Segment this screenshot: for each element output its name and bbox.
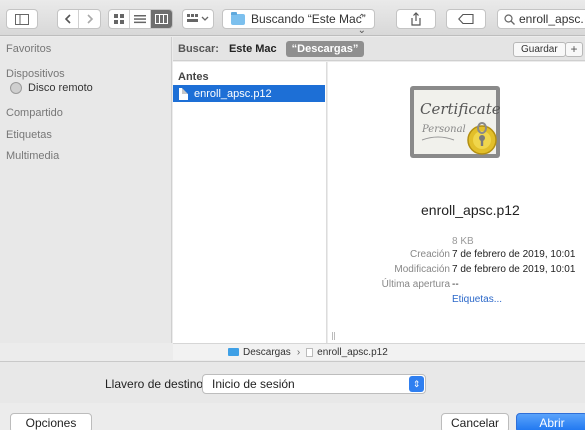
sidebar-section-devices: Dispositivos bbox=[6, 68, 65, 80]
resize-handle-icon[interactable] bbox=[332, 332, 335, 340]
scope-label: Buscar: bbox=[178, 42, 219, 55]
sidebar-section-media: Multimedia bbox=[6, 150, 60, 162]
chevron-updown-icon: ⇕ bbox=[409, 376, 424, 392]
column-view-button[interactable] bbox=[151, 10, 172, 28]
scope-downloads[interactable]: “Descargas” bbox=[285, 40, 365, 57]
scope-this-mac[interactable]: Este Mac bbox=[229, 43, 277, 55]
folder-icon bbox=[228, 348, 239, 356]
toolbar: Buscando “Este Mac” ⌃⌄ enroll_apsc. ✕ bbox=[0, 0, 585, 36]
grid-icon bbox=[114, 14, 124, 24]
share-icon bbox=[411, 12, 421, 26]
keychain-value: Inicio de sesión bbox=[212, 377, 295, 391]
chevron-left-icon bbox=[64, 14, 71, 24]
columns-icon bbox=[155, 14, 168, 24]
sidebar: Favoritos Dispositivos Disco remoto Comp… bbox=[0, 37, 172, 343]
forward-button[interactable] bbox=[79, 10, 100, 28]
navigation-buttons bbox=[57, 9, 101, 29]
disc-icon bbox=[10, 82, 22, 94]
tags-link[interactable]: Etiquetas... bbox=[452, 294, 502, 305]
chevron-right-icon bbox=[86, 14, 93, 24]
meta-modified-value: 7 de febrero de 2019, 10:01 bbox=[452, 264, 576, 275]
options-button[interactable]: Opciones bbox=[10, 413, 92, 430]
preview-pane: Certificate Personal enroll_apsc.p12 8 K… bbox=[328, 62, 585, 343]
file-name: enroll_apsc.p12 bbox=[194, 87, 272, 100]
sidebar-section-shared: Compartido bbox=[6, 107, 63, 119]
keychain-bar: Llavero de destino: Inicio de sesión ⇕ bbox=[0, 361, 585, 403]
column-header: Antes bbox=[178, 71, 209, 83]
add-criteria-button[interactable]: + bbox=[565, 42, 583, 57]
sidebar-item-remote-disc[interactable]: Disco remoto bbox=[10, 82, 93, 94]
keychain-label: Llavero de destino: bbox=[105, 377, 207, 391]
keychain-popup[interactable]: Inicio de sesión ⇕ bbox=[202, 374, 426, 394]
meta-last-opened-value: -- bbox=[452, 279, 459, 290]
meta-last-opened-label: Última apertura bbox=[381, 279, 450, 290]
path-separator: › bbox=[296, 346, 301, 358]
path-folder[interactable]: Descargas bbox=[243, 347, 291, 358]
save-search-button[interactable]: Guardar bbox=[513, 42, 566, 57]
sidebar-toggle-button[interactable] bbox=[6, 9, 38, 29]
chevron-updown-icon: ⌃ ⌄ bbox=[357, 13, 366, 36]
tag-button[interactable] bbox=[446, 9, 486, 29]
search-scope-bar: Buscar: Este Mac “Descargas” Guardar + bbox=[173, 37, 585, 61]
preview-file-size: 8 KB bbox=[452, 236, 474, 247]
file-row[interactable]: enroll_apsc.p12 bbox=[173, 85, 325, 102]
meta-created-value: 7 de febrero de 2019, 10:01 bbox=[452, 249, 576, 260]
search-field[interactable]: enroll_apsc. ✕ bbox=[497, 9, 585, 29]
group-by-button[interactable] bbox=[182, 9, 214, 29]
search-input[interactable]: enroll_apsc. bbox=[519, 12, 584, 26]
sidebar-item-label: Disco remoto bbox=[28, 82, 93, 94]
location-popup[interactable]: Buscando “Este Mac” ⌃ ⌄ bbox=[222, 9, 375, 36]
file-column: Antes enroll_apsc.p12 bbox=[173, 62, 327, 343]
grouping-icon bbox=[187, 14, 209, 22]
share-button[interactable] bbox=[396, 9, 436, 29]
view-mode-segment bbox=[108, 9, 173, 29]
list-icon bbox=[134, 15, 146, 24]
certificate-title: Certificate bbox=[420, 100, 501, 118]
document-icon bbox=[306, 347, 314, 357]
open-button[interactable]: Abrir bbox=[516, 413, 585, 430]
document-icon bbox=[179, 87, 188, 100]
folder-icon bbox=[231, 11, 245, 25]
cancel-button[interactable]: Cancelar bbox=[441, 413, 509, 430]
list-view-button[interactable] bbox=[130, 10, 151, 28]
meta-created-label: Creación bbox=[409, 249, 450, 260]
tag-icon bbox=[458, 14, 474, 24]
certificate-subtitle: Personal bbox=[421, 124, 466, 135]
sidebar-section-tags: Etiquetas bbox=[6, 129, 52, 141]
path-file[interactable]: enroll_apsc.p12 bbox=[317, 347, 388, 358]
meta-modified-label: Modificación bbox=[394, 264, 450, 275]
location-label: Buscando “Este Mac” bbox=[251, 12, 366, 26]
sidebar-section-favorites: Favoritos bbox=[6, 43, 52, 55]
preview-file-name: enroll_apsc.p12 bbox=[421, 202, 520, 218]
sidebar-icon bbox=[15, 13, 29, 25]
back-button[interactable] bbox=[58, 10, 79, 28]
icon-view-button[interactable] bbox=[109, 10, 130, 28]
certificate-icon: Certificate Personal bbox=[410, 86, 501, 158]
path-bar: Descargas › enroll_apsc.p12 bbox=[173, 343, 585, 360]
search-icon bbox=[504, 13, 515, 25]
dialog-footer: Opciones Cancelar Abrir bbox=[0, 404, 585, 430]
